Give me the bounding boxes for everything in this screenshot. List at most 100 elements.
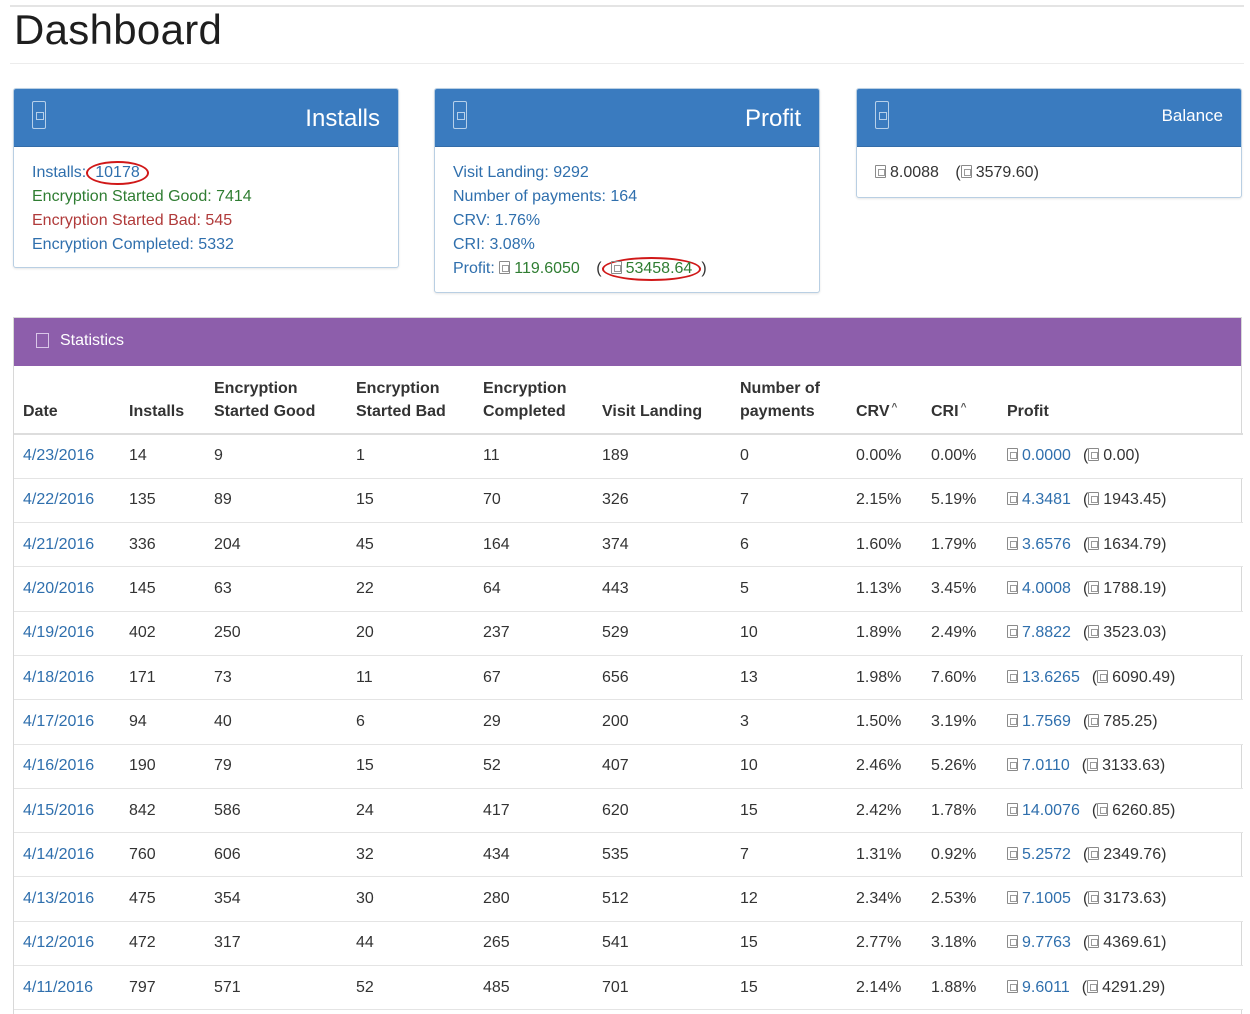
profit-usd: 2349.76 — [1103, 845, 1162, 863]
col-enc-good[interactable]: Encryption Started Good — [205, 366, 347, 435]
bitcoin-icon — [1088, 492, 1100, 506]
encryption-started-good: Encryption Started Good: 7414 — [32, 188, 252, 205]
row-date[interactable]: 4/20/2016 — [14, 566, 120, 612]
row-date[interactable]: 4/19/2016 — [14, 611, 120, 656]
profit-btc-link[interactable]: 9.7763 — [1022, 934, 1071, 951]
bitcoin-icon — [1097, 669, 1109, 683]
date-link[interactable]: 4/15/2016 — [23, 802, 94, 819]
table-row: 4/23/2016 14 9 1 11 189 0 0.00% 0.00% 0.0000(0.00… — [14, 434, 1243, 479]
profit-btc-link[interactable]: 4.0008 — [1022, 580, 1071, 597]
sort-icon: ^ — [960, 402, 967, 413]
profit-usd: 1634.79 — [1103, 535, 1162, 553]
number-of-payments: Number of payments: 164 — [453, 188, 638, 205]
row-crv: 2.42% — [847, 788, 922, 834]
row-num-payments: 10 — [731, 744, 847, 789]
profit-btc-link[interactable]: 3.6576 — [1022, 536, 1071, 553]
date-link[interactable]: 4/23/2016 — [23, 447, 94, 464]
table-row: 4/12/2016 472 317 44 265 541 15 2.77% 3.18% 9.776… — [14, 921, 1243, 967]
col-crv[interactable]: CRV ^ — [847, 366, 922, 435]
date-link[interactable]: 4/13/2016 — [23, 890, 94, 907]
date-link[interactable]: 4/11/2016 — [23, 979, 93, 996]
balance-panel-body: 8.0088 (3579.60) — [857, 147, 1241, 197]
row-date[interactable]: 4/23/2016 — [14, 434, 120, 479]
row-cri: 2.53% — [922, 876, 998, 922]
row-date[interactable]: 4/13/2016 — [14, 876, 120, 922]
row-enc-good: 204 — [205, 522, 347, 568]
table-row: 4/13/2016 475 354 30 280 512 12 2.34% 2.53% 7.100… — [14, 876, 1243, 922]
profit-panel-body: Visit Landing: 9292 Number of payments: … — [435, 147, 819, 292]
date-link[interactable]: 4/20/2016 — [23, 580, 94, 597]
col-enc-bad[interactable]: Encryption Started Bad — [347, 366, 474, 435]
row-enc-completed: 164 — [474, 522, 593, 568]
date-link[interactable]: 4/17/2016 — [23, 713, 94, 730]
row-num-payments: 15 — [731, 965, 847, 1011]
row-enc-bad: 1 — [347, 434, 474, 479]
col-installs[interactable]: Installs — [120, 366, 205, 435]
col-enc-completed[interactable]: Encryption Completed — [474, 366, 593, 435]
row-date[interactable]: 4/18/2016 — [14, 655, 120, 701]
bitcoin-icon — [1088, 581, 1100, 595]
date-link[interactable]: 4/21/2016 — [23, 536, 94, 553]
col-date[interactable]: Date — [14, 366, 120, 435]
profit-usd: 0.00 — [1103, 447, 1135, 465]
bitcoin-icon — [1088, 536, 1100, 550]
row-cri: 2.49% — [922, 611, 998, 656]
row-enc-completed: 237 — [474, 611, 593, 656]
row-cri: 1.79% — [922, 522, 998, 568]
col-cri[interactable]: CRI ^ — [922, 366, 998, 435]
profit-btc-link[interactable]: 7.1005 — [1022, 890, 1071, 907]
bitcoin-icon — [960, 165, 972, 178]
row-enc-completed: 265 — [474, 921, 593, 967]
profit-btc-link[interactable]: 7.8822 — [1022, 624, 1071, 641]
row-date[interactable]: 4/11/2016 — [14, 965, 120, 1011]
profit-usd-wrap: (1788.19) — [1082, 580, 1167, 598]
row-date[interactable]: 4/14/2016 — [14, 832, 120, 878]
col-profit[interactable]: Profit — [998, 366, 1243, 435]
profit-usd-wrap: (3133.63) — [1081, 757, 1166, 775]
profit-btc-link[interactable]: 9.6011 — [1022, 979, 1070, 996]
row-crv: 2.46% — [847, 744, 922, 789]
table-row: 4/18/2016 171 73 11 67 656 13 1.98% 7.60% 13.6265… — [14, 655, 1243, 701]
row-date[interactable]: 4/12/2016 — [14, 921, 120, 967]
row-profit: 5.2572 (2349.76) — [998, 832, 1243, 878]
profit-usd: 6260.85 — [1112, 801, 1171, 819]
col-cri-label: CRI — [931, 403, 959, 420]
profit-btc-link[interactable]: 13.6265 — [1022, 669, 1080, 686]
date-link[interactable]: 4/16/2016 — [23, 757, 94, 774]
profit-btc-link[interactable]: 14.0076 — [1022, 802, 1080, 819]
row-date[interactable]: 4/21/2016 — [14, 522, 120, 568]
row-profit: 0.0000 (0.00) — [998, 434, 1243, 479]
installs-label: Installs: — [32, 164, 87, 181]
row-enc-completed: 70 — [474, 478, 593, 524]
profit-usd-wrap: (0.00) — [1082, 447, 1140, 465]
table-row: 4/22/2016 135 89 15 70 326 7 2.15% 5.19% 4.3481 (1… — [14, 478, 1243, 524]
date-link[interactable]: 4/22/2016 — [23, 491, 94, 508]
encryption-completed: Encryption Completed: 5332 — [32, 236, 234, 253]
date-link[interactable]: 4/19/2016 — [23, 624, 94, 641]
row-date[interactable]: 4/17/2016 — [14, 699, 120, 745]
profit-line: Profit: 119.6050 (53458.64) — [453, 257, 801, 281]
row-date[interactable]: 4/15/2016 — [14, 788, 120, 834]
statistics-table-body: 4/23/2016 14 9 1 11 189 0 0.00% 0.00% 0.0000(0.00… — [14, 434, 1243, 1011]
profit-btc-link[interactable]: 5.2572 — [1022, 846, 1071, 863]
profit-usd: 53458.64 — [625, 260, 693, 277]
col-visit-landing[interactable]: Visit Landing — [593, 366, 731, 435]
profit-usd: 1788.19 — [1103, 580, 1162, 598]
row-num-payments: 12 — [731, 876, 847, 922]
profit-btc-link[interactable]: 0.0000 — [1022, 447, 1071, 464]
row-visit-landing: 620 — [593, 788, 731, 834]
row-enc-bad: 15 — [347, 478, 474, 524]
row-enc-good: 354 — [205, 876, 347, 922]
statistics-table: Date Installs Encryption Started Good En… — [14, 366, 1243, 1011]
profit-btc-link[interactable]: 1.7569 — [1022, 713, 1071, 730]
date-link[interactable]: 4/14/2016 — [23, 846, 94, 863]
profit-btc-link[interactable]: 7.0110 — [1022, 757, 1070, 774]
row-date[interactable]: 4/22/2016 — [14, 478, 120, 524]
profit-usd: 4291.29 — [1102, 978, 1160, 996]
date-link[interactable]: 4/12/2016 — [23, 934, 94, 951]
row-date[interactable]: 4/16/2016 — [14, 744, 120, 789]
profit-btc-link[interactable]: 4.3481 — [1022, 491, 1071, 508]
table-header-row: Date Installs Encryption Started Good En… — [14, 366, 1243, 435]
col-num-payments[interactable]: Number of payments — [731, 366, 847, 435]
date-link[interactable]: 4/18/2016 — [23, 669, 94, 686]
